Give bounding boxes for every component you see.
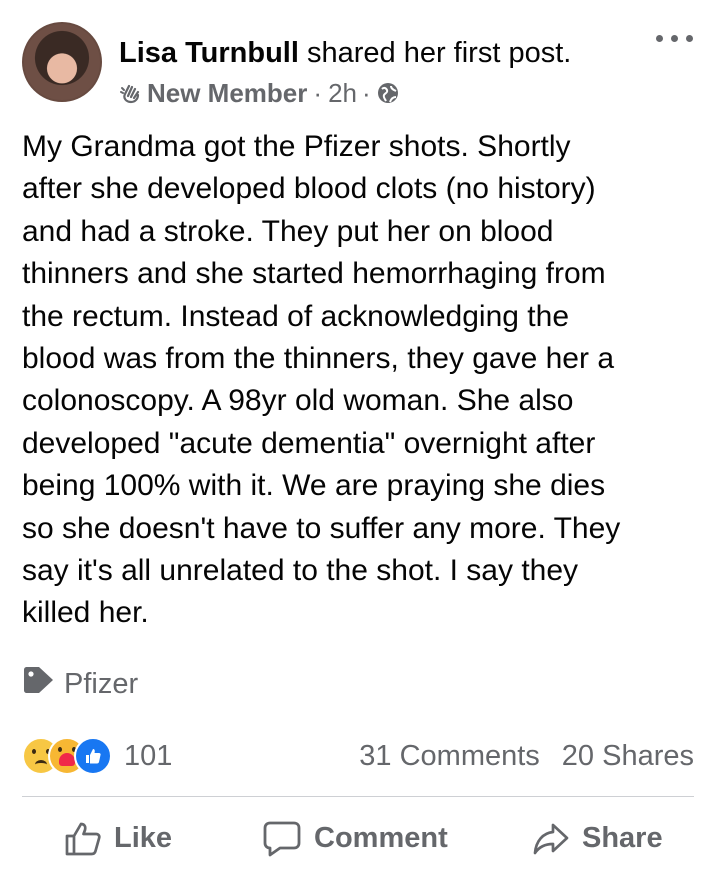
post-time[interactable]: 2h xyxy=(328,78,357,108)
care-heart xyxy=(59,753,75,766)
post-text-line: killed her. xyxy=(22,596,149,630)
comment-bubble-icon xyxy=(263,821,301,856)
tag-label: Pfizer xyxy=(64,667,139,700)
share-count[interactable]: 20 Shares xyxy=(562,740,694,773)
more-dot xyxy=(656,35,663,42)
more-dot xyxy=(671,35,678,42)
post-body: My Grandma got the Pfizer shots. Shortly… xyxy=(22,126,702,635)
share-label: Share xyxy=(582,822,663,854)
post-text-line: after she developed blood clots (no hist… xyxy=(22,172,596,206)
comment-count[interactable]: 31 Comments xyxy=(359,740,540,773)
post-text-line: My Grandma got the Pfizer shots. Shortly xyxy=(22,130,571,163)
sad-eyes xyxy=(32,749,36,754)
post-header: Lisa Turnbull shared her first post. New… xyxy=(22,22,694,110)
more-dot xyxy=(686,35,693,42)
post-text-line: so she doesn't have to suffer any more. … xyxy=(22,511,621,545)
meta-dot: · xyxy=(313,78,323,108)
like-button[interactable]: Like xyxy=(64,811,172,866)
more-horizontal-icon[interactable] xyxy=(656,30,694,46)
topic-tag[interactable]: Pfizer xyxy=(22,664,138,704)
post-actions: Like Comment Share xyxy=(0,811,716,866)
post-text-line: colonoscopy. A 98yr old woman. She also xyxy=(22,384,574,418)
care-eyes xyxy=(58,747,62,752)
meta-dot-2: · xyxy=(361,78,371,108)
author-name[interactable]: Lisa Turnbull xyxy=(119,37,299,69)
engagement-stats: 31 Comments 20 Shares xyxy=(359,736,694,776)
post-action-text: shared her first post. xyxy=(306,37,572,69)
share-arrow-icon xyxy=(533,823,569,854)
reaction-count: 101 xyxy=(124,739,173,772)
facebook-post: Lisa Turnbull shared her first post. New… xyxy=(0,0,716,873)
post-meta: New Member · 2h · xyxy=(119,78,400,108)
like-label: Like xyxy=(114,822,173,854)
post-text-line: say it's all unrelated to the shot. I sa… xyxy=(22,554,579,588)
post-text-line: being 100% with it. We are praying she d… xyxy=(22,469,606,503)
like-reaction-icon xyxy=(74,737,112,775)
post-text-line: blood was from the thinners, they gave h… xyxy=(22,342,615,376)
reaction-summary[interactable]: 101 xyxy=(22,736,172,776)
comment-label: Comment xyxy=(314,822,448,854)
share-button[interactable]: Share xyxy=(532,811,663,866)
avatar[interactable] xyxy=(22,22,102,102)
action-divider xyxy=(22,796,694,797)
comment-button[interactable]: Comment xyxy=(262,811,448,866)
globe-icon xyxy=(376,81,400,105)
wave-hand-icon xyxy=(119,81,143,105)
thumbs-up-mini-icon xyxy=(86,749,101,764)
post-text-line: thinners and she started hemorrhaging fr… xyxy=(22,257,606,291)
sad-mouth xyxy=(35,760,47,769)
tag-icon xyxy=(22,665,56,703)
thumbs-up-icon xyxy=(65,822,101,855)
post-text-line: the rectum. Instead of acknowledging the xyxy=(22,299,570,333)
post-text-line: developed "acute dementia" overnight aft… xyxy=(22,426,596,460)
member-badge[interactable]: New Member xyxy=(147,78,307,108)
author-line: Lisa Turnbull shared her first post. xyxy=(119,36,571,70)
post-text-line: and had a stroke. They put her on blood xyxy=(22,214,554,248)
